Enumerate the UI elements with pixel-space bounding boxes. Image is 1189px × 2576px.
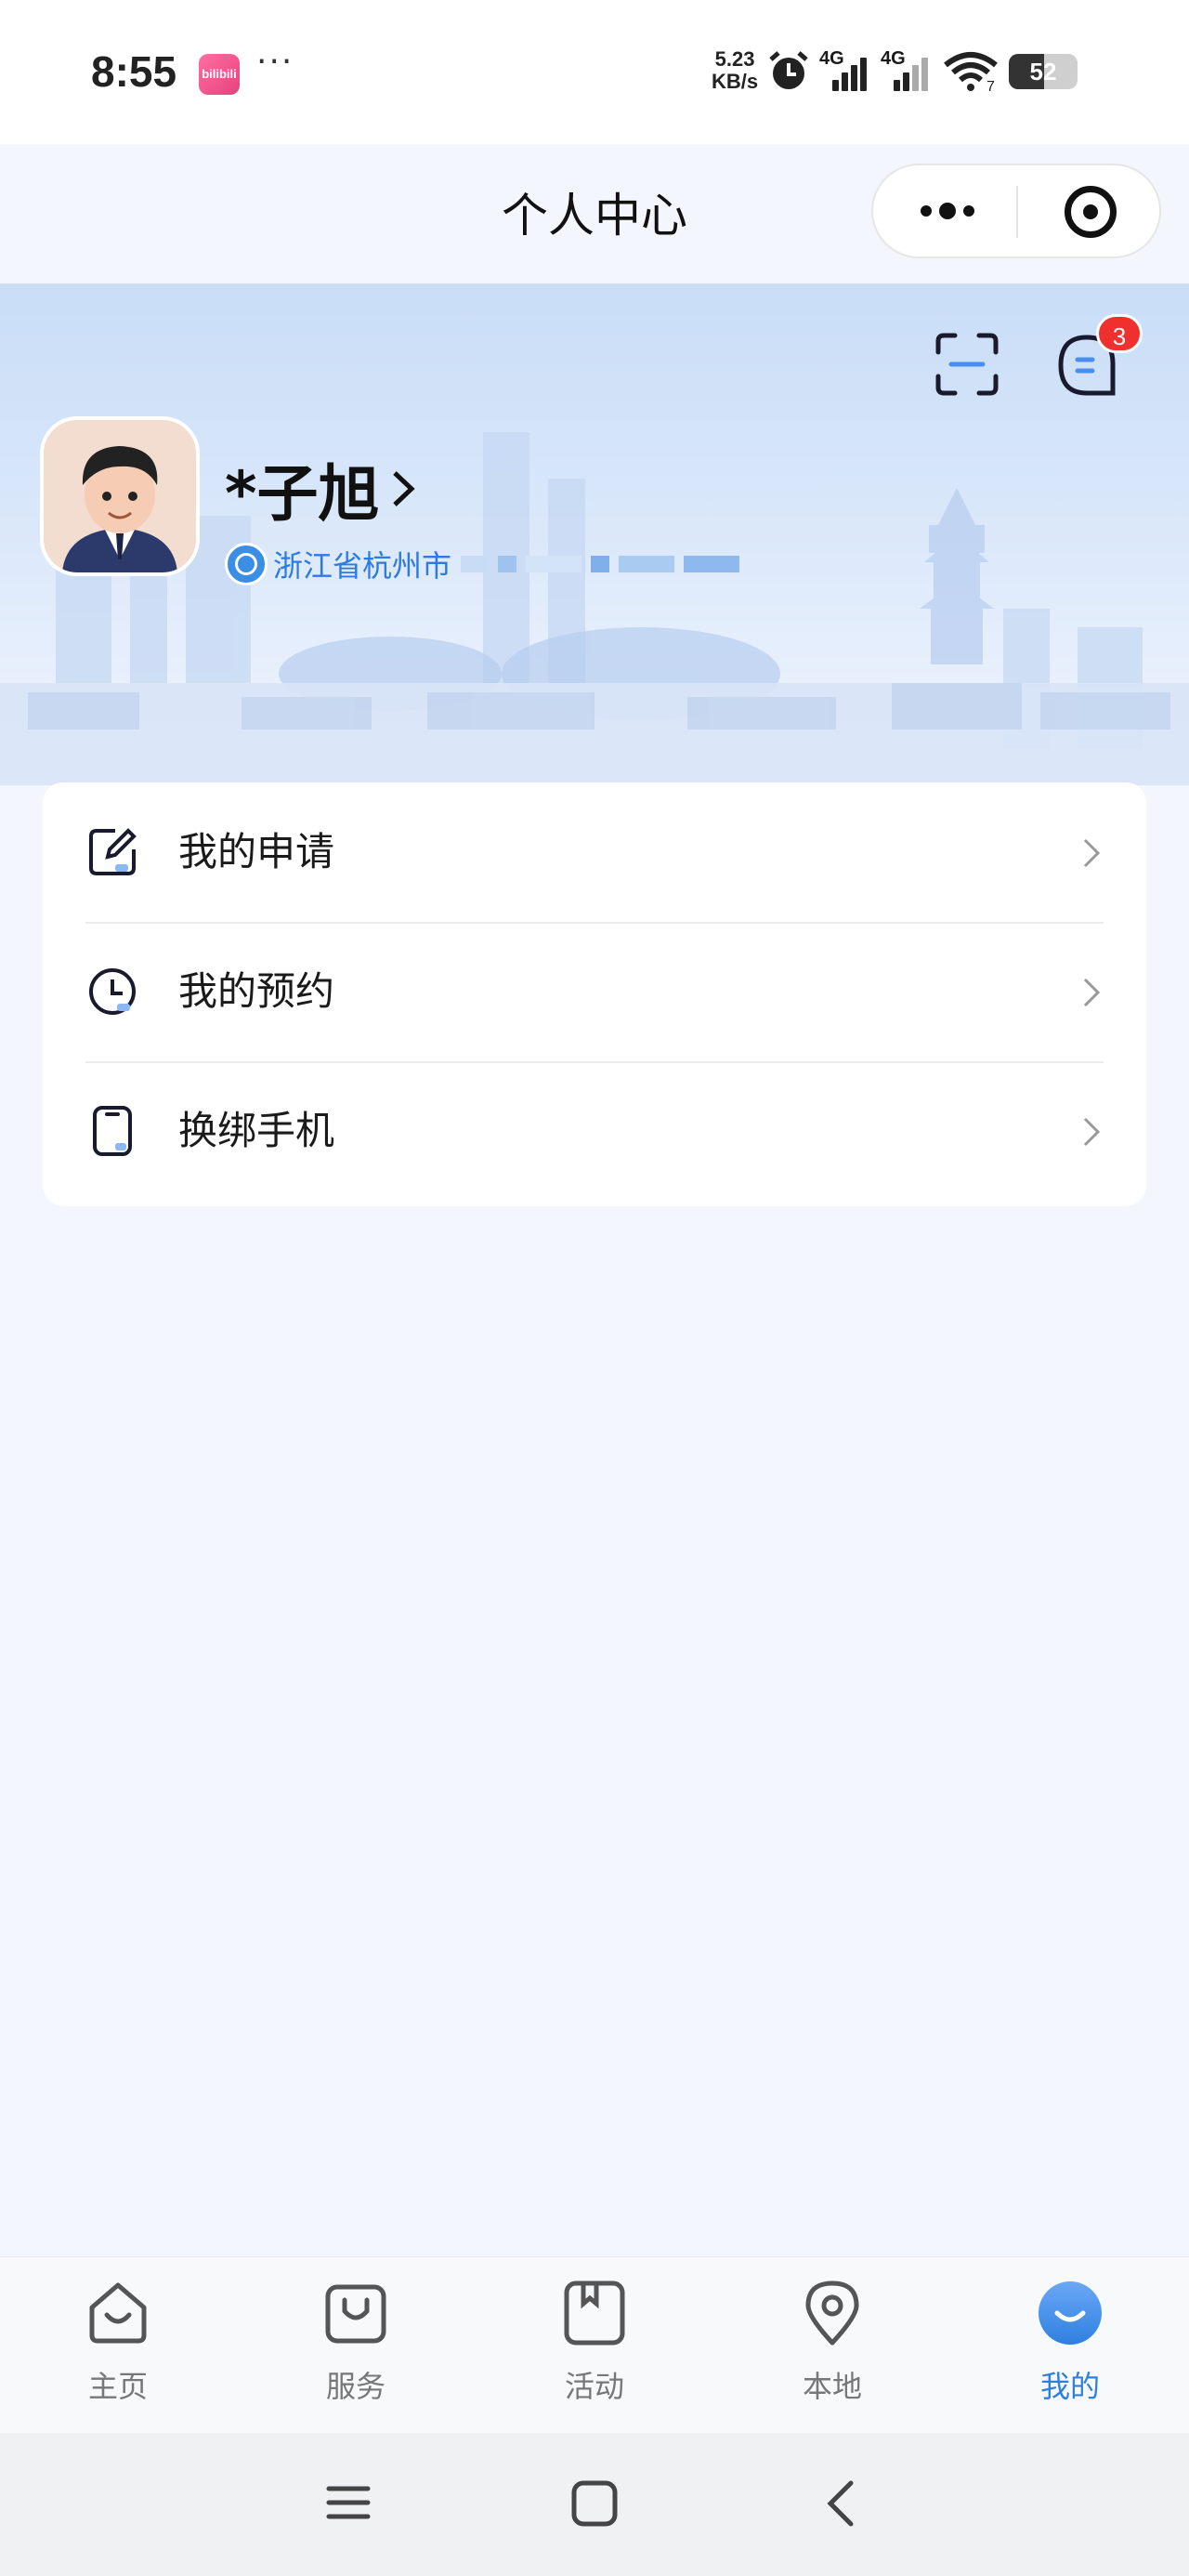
mini-program-capsule [871, 164, 1161, 258]
status-more-icon: ··· [256, 43, 294, 81]
chevron-right-icon [1083, 1117, 1101, 1147]
battery-icon: 52 [1009, 54, 1078, 89]
alarm-icon [769, 51, 808, 89]
avatar[interactable] [40, 416, 200, 576]
menu-item-label: 换绑手机 [178, 1108, 335, 1153]
profile-smile-icon [1039, 2281, 1102, 2345]
tab-services[interactable]: 服务 [263, 2280, 449, 2419]
shopping-bag-icon [325, 2284, 386, 2344]
menu-card: 我的申请 我的预约 换绑手机 [43, 782, 1146, 1206]
home-icon[interactable] [570, 2479, 619, 2528]
username-link[interactable]: *子旭 [225, 444, 417, 533]
avatar-illustration [44, 420, 196, 572]
redacted-address-blur [451, 556, 740, 572]
chevron-right-icon [392, 471, 415, 506]
menu-item-label: 我的申请 [178, 829, 335, 874]
tab-label: 本地 [802, 2369, 862, 2404]
tab-local[interactable]: 本地 [739, 2280, 925, 2419]
wifi-icon: 7 [944, 52, 998, 93]
chevron-right-icon [1083, 978, 1101, 1007]
close-mini-program-button[interactable] [1065, 186, 1117, 238]
signal-sim2-icon: 4G [881, 48, 933, 95]
tab-label: 我的 [1039, 2369, 1100, 2404]
chevron-right-icon [1083, 838, 1101, 868]
phone-icon [93, 1106, 132, 1156]
message-badge: 3 [1096, 314, 1143, 353]
bilibili-app-icon: bilibili [199, 54, 240, 95]
scan-icon[interactable] [934, 332, 1000, 397]
home-bag-icon [89, 2282, 147, 2344]
tab-label: 服务 [325, 2369, 385, 2404]
region-text: 浙江省杭州市 [273, 548, 452, 584]
status-time: 8:55 [91, 47, 177, 96]
menu-item-my-appointments[interactable]: 我的预约 [43, 922, 1146, 1061]
menu-item-label: 我的预约 [178, 968, 335, 1014]
system-navigation-bar [0, 2433, 1189, 2576]
edit-icon [89, 828, 137, 875]
tab-label: 主页 [87, 2369, 148, 2404]
menu-item-change-phone[interactable]: 换绑手机 [43, 1061, 1146, 1201]
network-speed: 5.23 KB/s [712, 47, 759, 93]
menu-item-my-applications[interactable]: 我的申请 [43, 782, 1146, 922]
region-tag[interactable]: 浙江省杭州市 [225, 541, 740, 587]
tab-home[interactable]: 主页 [25, 2280, 211, 2419]
tab-mine[interactable]: 我的 [977, 2280, 1163, 2419]
location-pin-icon [805, 2280, 859, 2346]
signal-sim1-icon: 4G [819, 48, 871, 95]
username-text: *子旭 [225, 458, 380, 530]
status-icons: 4G 4G 7 52 [767, 46, 1078, 97]
bottom-tab-bar: 主页 服务 活动 本地 我的 [0, 2256, 1189, 2434]
tab-label: 活动 [564, 2369, 624, 2404]
clock-icon [89, 968, 136, 1015]
menu-icon[interactable] [325, 2479, 372, 2526]
more-options-button[interactable] [910, 188, 985, 234]
region-logo-icon [225, 543, 268, 585]
back-icon[interactable] [821, 2477, 858, 2530]
svg-text:7: 7 [986, 79, 995, 93]
bookmark-book-icon [564, 2280, 625, 2346]
tab-activities[interactable]: 活动 [502, 2280, 687, 2419]
status-bar: 8:55 bilibili ··· 5.23 KB/s 4G 4G 7 52 [0, 0, 1189, 144]
